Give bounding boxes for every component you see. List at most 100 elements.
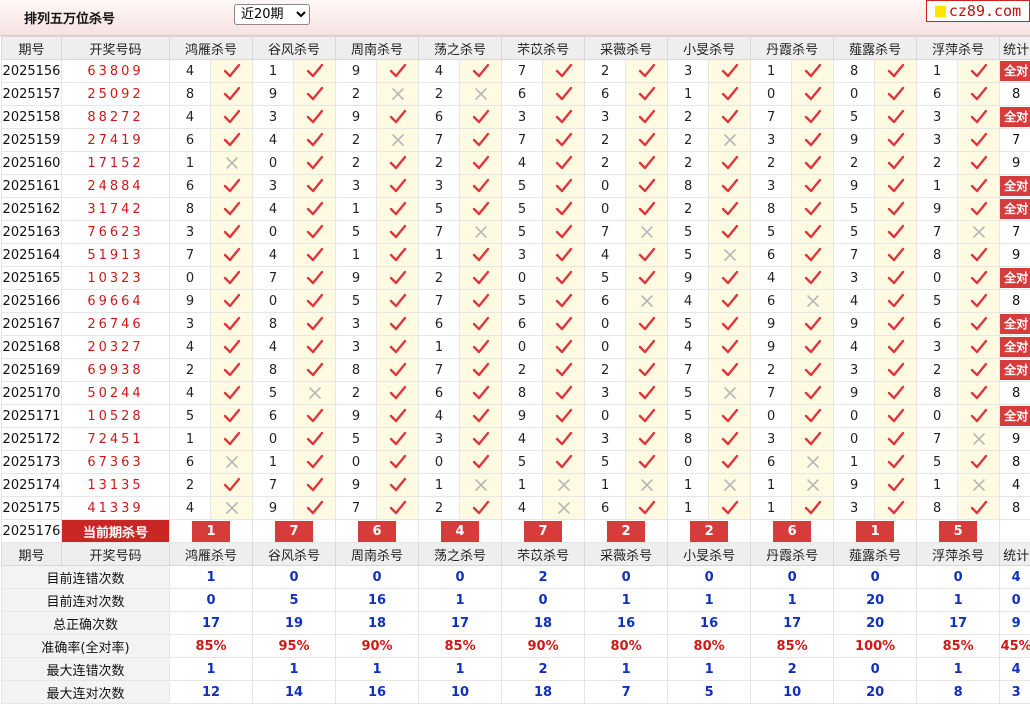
- check-icon: [306, 316, 324, 332]
- table-row: 20251666966490575646458: [2, 290, 1030, 313]
- kill-result: [294, 175, 336, 198]
- check-icon: [721, 109, 739, 125]
- summary-value: 20: [834, 681, 917, 704]
- kill-result: [875, 405, 917, 428]
- summary-value: 100%: [834, 635, 917, 658]
- kill-result: [626, 244, 668, 267]
- kill-result: [211, 382, 253, 405]
- kill-result: [958, 244, 1000, 267]
- kill-value: 5: [668, 313, 709, 336]
- issue-number: 2025159: [2, 129, 62, 152]
- kill-value: 6: [253, 405, 294, 428]
- issue-number: 2025167: [2, 313, 62, 336]
- kill-result: [211, 60, 253, 83]
- kill-value: 3: [668, 60, 709, 83]
- period-select[interactable]: 近20期: [234, 4, 310, 25]
- summary-label: 最大连错次数: [2, 658, 170, 681]
- table-row: 20251736736361005506158: [2, 451, 1030, 474]
- kill-value: 1: [336, 244, 377, 267]
- check-icon: [389, 109, 407, 125]
- kill-value: 1: [917, 60, 958, 83]
- kill-result: [709, 267, 751, 290]
- kill-result: [792, 497, 834, 520]
- kill-result: [543, 359, 585, 382]
- kill-value: 5: [668, 244, 709, 267]
- check-icon: [555, 454, 573, 470]
- kill-result: [709, 382, 751, 405]
- site-logo[interactable]: cz89.com: [926, 0, 1030, 22]
- kill-result: [875, 198, 917, 221]
- kill-result: [875, 175, 917, 198]
- summary-value: 1: [419, 658, 502, 681]
- kill-result: [875, 129, 917, 152]
- cross-icon: [806, 294, 820, 308]
- check-icon: [472, 270, 490, 286]
- check-icon: [970, 247, 988, 263]
- check-icon: [887, 293, 905, 309]
- summary-value: 0: [170, 589, 253, 612]
- check-icon: [555, 86, 573, 102]
- kill-value: 6: [170, 129, 211, 152]
- kill-result: [543, 198, 585, 221]
- kill-value: 1: [668, 83, 709, 106]
- check-icon: [389, 454, 407, 470]
- kill-value: 8: [502, 382, 543, 405]
- kill-value: 5: [336, 290, 377, 313]
- kill-result: [377, 313, 419, 336]
- kill-value: 2: [502, 359, 543, 382]
- check-icon: [804, 431, 822, 447]
- check-icon: [306, 178, 324, 194]
- kill-result: [294, 497, 336, 520]
- check-icon: [389, 293, 407, 309]
- kill-value: 3: [419, 428, 460, 451]
- kill-result: [875, 290, 917, 313]
- issue-number: 2025168: [2, 336, 62, 359]
- kill-result: [626, 60, 668, 83]
- kill-result: [958, 60, 1000, 83]
- kill-result: [460, 198, 502, 221]
- all-right-badge: 全对: [1000, 337, 1030, 357]
- kill-result: [626, 359, 668, 382]
- kill-value: 1: [419, 244, 460, 267]
- column-header: 浮萍杀号: [917, 543, 1000, 566]
- summary-value: 80%: [668, 635, 751, 658]
- check-icon: [721, 362, 739, 378]
- kill-result: [211, 405, 253, 428]
- check-icon: [555, 132, 573, 148]
- kill-result: [709, 474, 751, 497]
- kill-value: 5: [419, 198, 460, 221]
- summary-value: 0: [585, 566, 668, 589]
- kill-result: [460, 336, 502, 359]
- kill-value: 9: [834, 129, 875, 152]
- summary-value: 0: [419, 566, 502, 589]
- check-icon: [638, 109, 656, 125]
- current-kill-label: 当前期杀号: [62, 520, 170, 543]
- kill-result: [460, 405, 502, 428]
- kill-result: [294, 60, 336, 83]
- kill-value: 0: [917, 267, 958, 290]
- kill-result: [626, 152, 668, 175]
- kill-result: [211, 313, 253, 336]
- kill-value: 9: [336, 474, 377, 497]
- column-header: 薤露杀号: [834, 37, 917, 60]
- row-stat: 7: [1000, 129, 1030, 152]
- kill-result: [377, 152, 419, 175]
- kill-value: 2: [751, 152, 792, 175]
- kill-result: [792, 313, 834, 336]
- check-icon: [389, 385, 407, 401]
- kill-result: [460, 83, 502, 106]
- draw-numbers: 10323: [62, 267, 170, 290]
- kill-result: [626, 175, 668, 198]
- kill-result: [377, 244, 419, 267]
- kill-result: [460, 267, 502, 290]
- kill-value: 3: [751, 428, 792, 451]
- check-icon: [223, 339, 241, 355]
- kill-result: [294, 428, 336, 451]
- kill-result: [792, 152, 834, 175]
- current-kill-box: 4: [441, 521, 479, 542]
- check-icon: [306, 454, 324, 470]
- summary-value: 85%: [751, 635, 834, 658]
- kill-value: 6: [751, 244, 792, 267]
- column-header: 芣苡杀号: [502, 37, 585, 60]
- summary-row: 最大连错次数11112112014: [2, 658, 1030, 681]
